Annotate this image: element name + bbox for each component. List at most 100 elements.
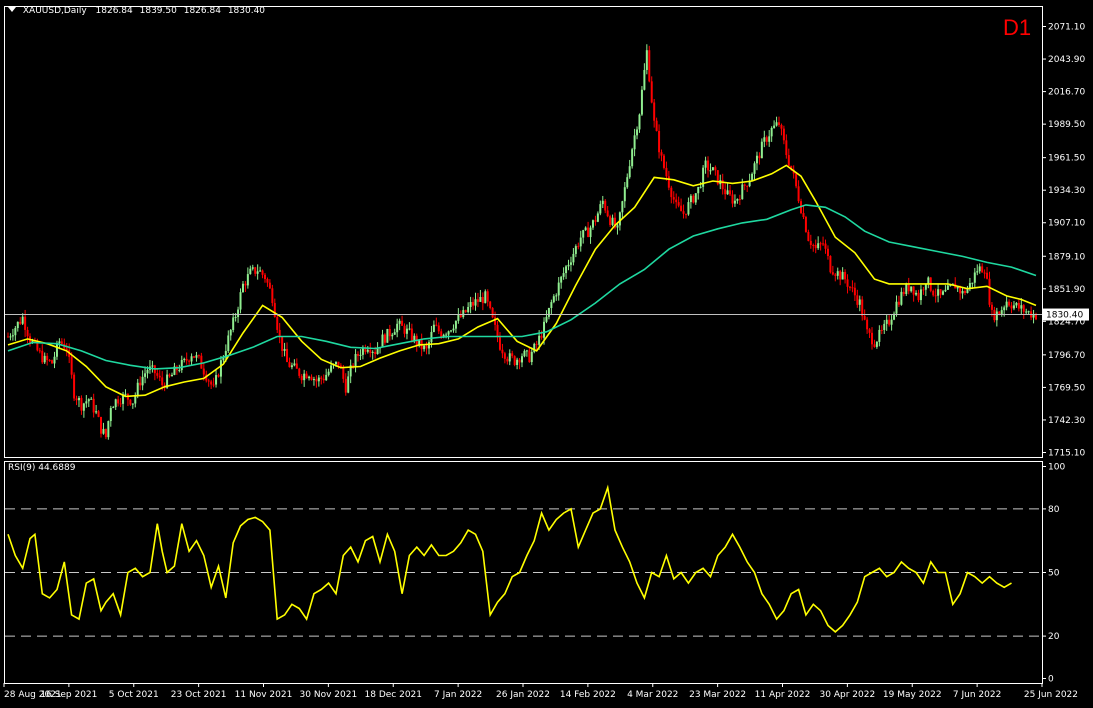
candle-body [900, 291, 903, 305]
candle-body [724, 189, 727, 195]
price-axis-label: 1715.10 [1048, 449, 1085, 459]
candle-body [144, 373, 147, 377]
candle-body [423, 345, 426, 350]
candle-body [11, 335, 14, 337]
candle-body [826, 248, 829, 256]
candle-body [119, 403, 122, 405]
candle-body [124, 393, 127, 395]
candle-body [281, 336, 284, 351]
candle-body [1022, 305, 1025, 312]
candle-body [910, 286, 913, 292]
candle-body [141, 376, 144, 386]
candle-body [9, 336, 12, 338]
candle-body [109, 407, 112, 422]
candle-body [486, 291, 489, 302]
candle-body [591, 220, 594, 228]
candle-body [21, 316, 24, 324]
candle-body [293, 363, 296, 366]
candle-body [1012, 305, 1015, 309]
candle-body [156, 373, 159, 376]
candle-body [653, 102, 656, 121]
candle-body [961, 291, 964, 294]
candle-body [868, 329, 871, 333]
candle-body [665, 167, 668, 177]
candle-body [357, 354, 360, 356]
candle-body [7, 336, 9, 338]
candle-body [53, 356, 56, 364]
candle-body [283, 348, 286, 351]
candle-body [729, 190, 732, 195]
candle-body [660, 152, 663, 156]
candle-body [41, 350, 44, 363]
candle-body [383, 334, 386, 343]
candle-body [934, 295, 937, 297]
price-axis-label: 2071.10 [1048, 23, 1085, 33]
candle-body [890, 319, 893, 325]
candle-body [699, 186, 702, 188]
candle-body [215, 375, 218, 385]
candle-body [964, 291, 967, 293]
candle-body [454, 320, 457, 329]
candle-body [682, 211, 685, 214]
candle-body [658, 130, 661, 153]
time-axis-label: 23 Oct 2021 [171, 690, 227, 700]
candle-body [525, 350, 528, 352]
candle-body [638, 114, 641, 130]
price-axis-label: 1907.10 [1048, 219, 1085, 229]
candle-body [687, 202, 690, 215]
candle-body [469, 301, 472, 307]
candle-body [623, 187, 626, 202]
candle-body [628, 166, 631, 178]
candle-body [408, 328, 411, 330]
candle-body [547, 307, 550, 317]
candle-body [763, 137, 766, 142]
candle-body [403, 325, 406, 334]
time-axis-label: 19 May 2022 [883, 690, 942, 700]
candle-body [259, 270, 262, 272]
candle-body [151, 365, 154, 367]
candle-body [726, 190, 729, 195]
price-chart[interactable]: 1715.101742.301769.501796.701824.701851.… [0, 0, 1093, 708]
candle-body [26, 329, 29, 337]
candle-body [38, 350, 41, 352]
candle-body [303, 373, 306, 381]
candle-body [484, 291, 487, 304]
candle-body [873, 344, 876, 347]
candle-body [168, 374, 171, 377]
price-axis-label: 1989.50 [1048, 120, 1085, 130]
candle-body [848, 286, 851, 288]
candle-body [388, 328, 391, 337]
candle-body [435, 324, 438, 326]
candle-body [988, 278, 991, 305]
candle-body [1003, 307, 1006, 311]
candle-body [374, 351, 377, 355]
candle-body [437, 325, 440, 332]
candle-body [861, 299, 864, 317]
candle-body [768, 136, 771, 142]
symbol-label: XAUUSD,Daily [22, 6, 87, 16]
candle-body [288, 362, 291, 368]
time-axis-label: 25 Jun 2022 [1024, 690, 1078, 700]
candle-body [562, 273, 565, 277]
price-axis-label: 1961.50 [1048, 154, 1085, 164]
candle-body [853, 287, 856, 296]
candle-body [704, 160, 707, 168]
candle-body [308, 376, 311, 379]
candle-body [136, 382, 139, 396]
candle-body [589, 227, 592, 238]
time-axis-label: 30 Nov 2021 [300, 690, 358, 700]
candle-body [476, 299, 479, 302]
candle-body [601, 200, 604, 205]
rsi-axis-label: 50 [1048, 569, 1060, 579]
candle-body [831, 272, 834, 275]
candle-body [787, 155, 790, 166]
candle-body [342, 368, 345, 379]
collapse-triangle-icon[interactable] [8, 7, 16, 12]
candle-body [555, 295, 558, 297]
rsi-title: RSI(9) 44.6889 [8, 463, 76, 473]
candle-body [841, 271, 844, 280]
candle-body [337, 361, 340, 366]
candle-body [741, 184, 744, 200]
candle-body [621, 201, 624, 213]
candle-body [937, 289, 940, 296]
